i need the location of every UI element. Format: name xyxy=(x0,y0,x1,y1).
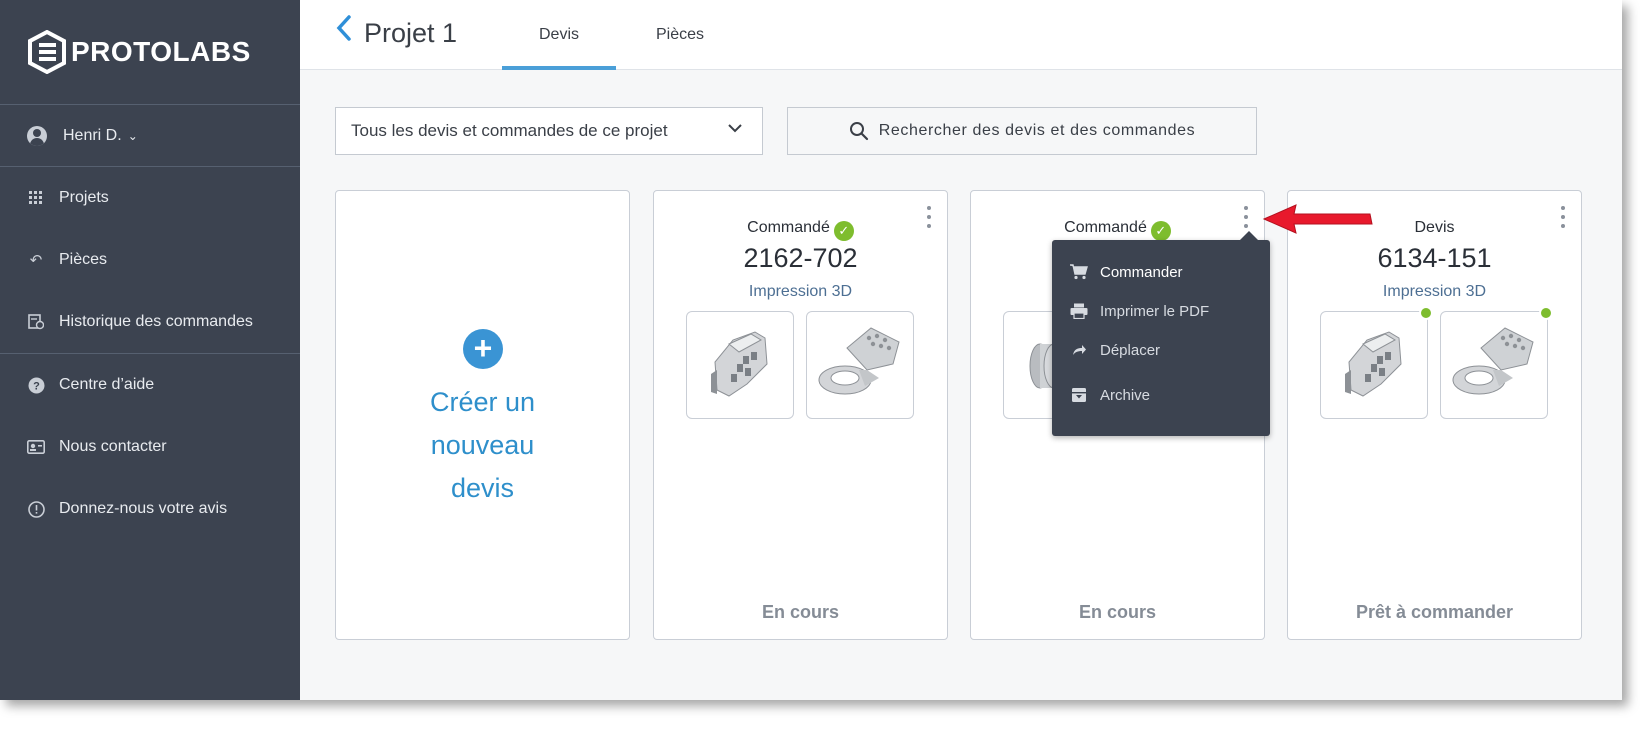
create-quote-card[interactable]: + Créer un nouveau devis xyxy=(335,190,630,640)
status-label: Commandé xyxy=(1064,219,1147,236)
status-label: Commandé xyxy=(747,219,830,236)
user-name: Henri D. xyxy=(63,126,122,144)
quote-footer-status: En cours xyxy=(761,602,840,622)
grid-icon xyxy=(27,189,45,207)
sidebar-item-projets[interactable]: Projets xyxy=(0,167,300,229)
quote-filter-select[interactable]: Tous les devis et commandes de ce projet xyxy=(335,107,763,155)
quote-number: 6134-151 xyxy=(1377,243,1492,273)
cart-icon xyxy=(1070,264,1088,280)
part-thumbnail[interactable] xyxy=(1440,306,1553,419)
menu-item-imprimer[interactable]: Imprimer le PDF xyxy=(1070,299,1209,323)
sidebar-item-label: Centre d’aide xyxy=(59,376,155,393)
check-circle-icon: ✓ xyxy=(1150,221,1171,241)
menu-item-deplacer[interactable]: Déplacer xyxy=(1070,338,1160,362)
sidebar-item-contact[interactable]: Nous contacter xyxy=(0,416,300,478)
chevron-down-icon: ⌄ xyxy=(127,128,138,143)
archive-icon xyxy=(1070,387,1088,403)
plus-icon: + xyxy=(463,329,503,369)
create-quote-label: Créer un nouveau devis xyxy=(429,387,536,503)
user-menu[interactable]: Henri D. ⌄ xyxy=(0,105,300,167)
nav-group-main: Projets ↶ Pièces Historique des commande… xyxy=(0,167,300,354)
nav-group-support: ? Centre d’aide Nous contacter Donnez-no… xyxy=(0,354,300,540)
part-holder-image xyxy=(1452,327,1534,395)
part-bracket-image xyxy=(1345,331,1402,397)
project-title: Projet 1 xyxy=(364,18,458,48)
tab-pieces[interactable]: Pièces xyxy=(630,0,730,70)
sidebar-item-label: Nous contacter xyxy=(59,438,167,455)
sidebar-item-label: Donnez-nous votre avis xyxy=(59,500,228,517)
tab-devis[interactable]: Devis xyxy=(502,0,616,70)
order-history-icon xyxy=(27,313,45,331)
printer-icon xyxy=(1070,303,1088,319)
sidebar-item-historique[interactable]: Historique des commandes xyxy=(0,291,300,353)
quote-process: Impression 3D xyxy=(748,283,853,300)
chevron-down-icon xyxy=(728,120,742,138)
menu-item-label: Déplacer xyxy=(1100,341,1161,359)
part-thumbnail[interactable] xyxy=(686,311,794,419)
help-icon: ? xyxy=(27,376,45,394)
protolabs-logo-icon xyxy=(28,30,66,74)
part-thumbnail[interactable] xyxy=(806,311,914,419)
sidebar-item-label: Historique des commandes xyxy=(59,313,253,330)
menu-item-label: Commander xyxy=(1100,263,1183,281)
menu-item-label: Imprimer le PDF xyxy=(1100,302,1210,320)
sidebar-item-label: Projets xyxy=(59,189,109,206)
brand-logo[interactable]: PROTOLABS xyxy=(0,0,300,105)
sidebar: PROTOLABS Henri D. ⌄ Projets ↶ Pièces Hi… xyxy=(0,0,300,700)
brand-name: PROTOLABS xyxy=(71,36,251,67)
ready-status-dot xyxy=(1419,306,1433,320)
quote-footer-status: Prêt à commander xyxy=(1355,602,1514,622)
svg-text:?: ? xyxy=(33,380,40,392)
quote-footer-status: En cours xyxy=(1078,602,1157,622)
back-chevron-icon[interactable] xyxy=(336,14,352,50)
check-circle-icon: ✓ xyxy=(833,221,854,241)
contact-card-icon xyxy=(27,438,45,456)
quote-card[interactable]: Devis 6134-151 Impression 3D Prêt à comm… xyxy=(1287,190,1582,640)
undo-icon: ↶ xyxy=(29,252,43,269)
part-bracket-image xyxy=(711,331,768,397)
app-window: PROTOLABS Henri D. ⌄ Projets ↶ Pièces Hi… xyxy=(0,0,1622,700)
sidebar-item-aide[interactable]: ? Centre d’aide xyxy=(0,354,300,416)
quote-status: Commandé ✓ xyxy=(654,219,947,241)
part-holder-image xyxy=(818,327,900,395)
search-label: Rechercher des devis et des commandes xyxy=(878,122,1196,139)
quote-actions-menu: Commander Imprimer le PDF Déplacer Archi… xyxy=(1052,231,1270,436)
sidebar-item-label: Pièces xyxy=(59,251,108,268)
sidebar-item-pieces[interactable]: ↶ Pièces xyxy=(0,229,300,291)
menu-item-archive[interactable]: Archive xyxy=(1070,383,1150,407)
filter-value: Tous les devis et commandes de ce projet xyxy=(351,121,668,140)
quote-card[interactable]: Commandé ✓ 2162-702 Impression 3D En cour… xyxy=(653,190,948,640)
menu-item-label: Archive xyxy=(1100,386,1151,404)
move-arrow-icon xyxy=(1070,343,1088,357)
search-icon xyxy=(849,122,868,141)
search-button[interactable]: Rechercher des devis et des commandes xyxy=(787,107,1257,155)
feedback-icon xyxy=(27,500,45,518)
user-avatar-icon xyxy=(27,125,47,146)
menu-item-commander[interactable]: Commander xyxy=(1070,260,1183,284)
top-bar: Projet 1 Devis Pièces xyxy=(300,0,1622,70)
annotation-arrow-icon xyxy=(1262,204,1373,234)
part-thumbnail[interactable] xyxy=(1320,306,1433,419)
sidebar-item-avis[interactable]: Donnez-nous votre avis xyxy=(0,478,300,540)
quote-number: 2162-702 xyxy=(743,243,858,273)
ready-status-dot xyxy=(1539,306,1553,320)
quote-status: Commandé ✓ xyxy=(971,219,1264,241)
quote-process: Impression 3D xyxy=(1382,283,1487,300)
